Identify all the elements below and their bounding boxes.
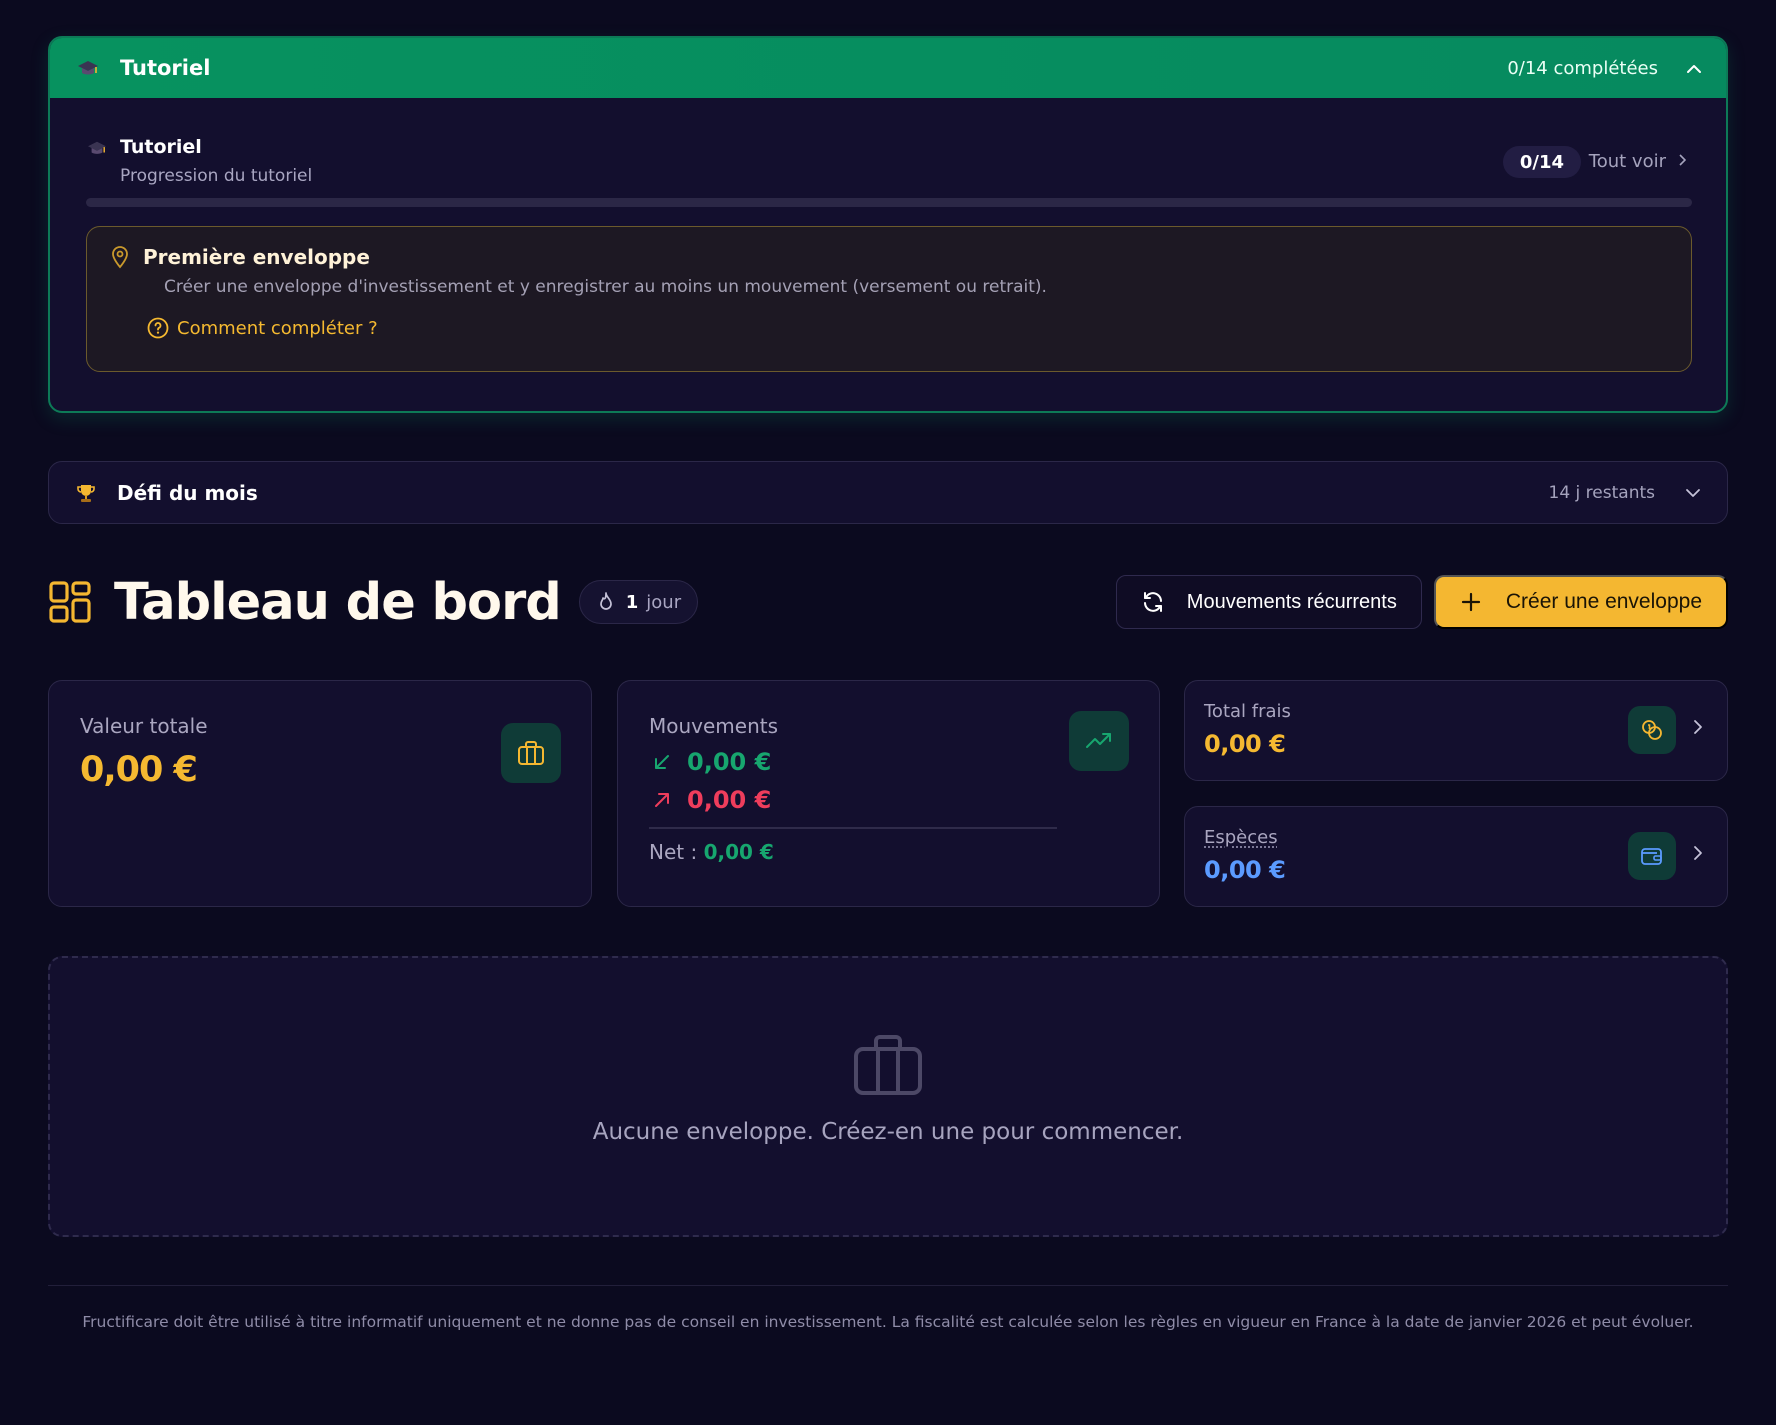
how-to-complete-link[interactable]: Comment compléter ? <box>147 317 1691 339</box>
question-circle-icon <box>147 317 169 339</box>
flame-icon <box>596 591 616 613</box>
tutorial-progress-pill: 0/14 <box>1502 146 1581 178</box>
wallet-icon <box>1628 832 1676 880</box>
chevron-right-icon[interactable] <box>1693 719 1707 739</box>
plus-icon <box>1460 591 1482 613</box>
net-row: Net : 0,00 € <box>649 840 1159 864</box>
briefcase-icon <box>501 723 561 783</box>
chevron-right-icon[interactable] <box>1693 845 1707 865</box>
how-to-complete-label: Comment compléter ? <box>177 317 378 339</box>
chevron-down-icon[interactable] <box>1685 483 1701 502</box>
create-envelope-button[interactable]: Créer une enveloppe <box>1433 575 1728 629</box>
recurring-movements-label: Mouvements récurrents <box>1186 590 1397 613</box>
arrow-down-left-icon <box>653 753 671 771</box>
layout-grid-icon <box>48 580 92 624</box>
create-envelope-label: Créer une enveloppe <box>1505 590 1702 613</box>
tutorial-section-title: Tutoriel <box>120 136 202 158</box>
briefcase-icon <box>852 1033 924 1097</box>
challenge-title: Défi du mois <box>117 480 258 505</box>
graduation-cap-icon <box>76 57 100 79</box>
movements-card: Mouvements 0,00 € 0,00 € Net : 0,00 € <box>617 680 1160 907</box>
streak-badge: 1 jour <box>578 580 699 624</box>
movements-in-value: 0,00 € <box>687 748 772 776</box>
streak-unit: jour <box>646 591 682 613</box>
see-all-link[interactable]: Tout voir <box>1588 151 1687 172</box>
step-title-row: Première enveloppe <box>109 245 1691 269</box>
tutorial-step-card: Première enveloppe Créer une enveloppe d… <box>86 226 1692 372</box>
tutorial-body: Tutoriel Progression du tutoriel 0/14 To… <box>50 98 1726 372</box>
movements-out-value: 0,00 € <box>687 786 772 814</box>
challenge-remaining: 14 j restants <box>1548 482 1655 503</box>
tutorial-panel: Tutoriel 0/14 complétées Tutoriel Progre… <box>48 36 1728 413</box>
map-pin-icon <box>109 245 131 269</box>
tutorial-header[interactable]: Tutoriel 0/14 complétées <box>50 38 1726 98</box>
tutorial-section-heading: Tutoriel <box>86 136 1690 158</box>
tutorial-completed-count: 0/14 complétées <box>1507 57 1658 79</box>
footer-divider <box>48 1285 1728 1286</box>
see-all-label: Tout voir <box>1588 151 1666 172</box>
chevron-up-icon[interactable] <box>1686 59 1702 78</box>
trending-up-icon <box>1069 711 1129 771</box>
refresh-icon <box>1141 590 1165 614</box>
net-label: Net : <box>649 840 698 864</box>
trophy-icon <box>75 482 97 504</box>
divider <box>649 827 1057 829</box>
disclaimer-footer: Fructificare doit être utilisé à titre i… <box>82 1313 1694 1331</box>
dashboard-header: Tableau de bord 1 jour Mouvements récurr… <box>48 572 1728 632</box>
net-value: 0,00 € <box>703 840 774 864</box>
page: Tutoriel 0/14 complétées Tutoriel Progre… <box>0 0 1776 1425</box>
page-title: Tableau de bord <box>114 572 562 632</box>
tutorial-section-subtitle: Progression du tutoriel <box>120 166 313 186</box>
step-title: Première enveloppe <box>143 245 370 269</box>
recurring-movements-button[interactable]: Mouvements récurrents <box>1115 575 1422 629</box>
streak-count: 1 <box>625 591 639 613</box>
chevron-right-icon <box>1678 153 1687 170</box>
coins-icon <box>1628 706 1676 754</box>
total-value-card: Valeur totale 0,00 € <box>48 680 592 907</box>
graduation-cap-icon <box>86 138 108 158</box>
tutorial-progress-bar <box>86 198 1692 207</box>
arrow-up-right-icon <box>653 791 671 809</box>
tutorial-header-title: Tutoriel <box>120 56 211 80</box>
cash-card[interactable]: Espèces 0,00 € <box>1184 806 1728 907</box>
monthly-challenge-panel[interactable]: Défi du mois 14 j restants <box>48 461 1728 524</box>
step-description: Créer une enveloppe d'investissement et … <box>164 277 1047 297</box>
total-fees-card[interactable]: Total frais 0,00 € <box>1184 680 1728 781</box>
empty-envelopes-state: Aucune enveloppe. Créez-en une pour comm… <box>48 956 1728 1237</box>
empty-state-message: Aucune enveloppe. Créez-en une pour comm… <box>592 1119 1184 1145</box>
movements-out-row: 0,00 € <box>649 786 1159 814</box>
